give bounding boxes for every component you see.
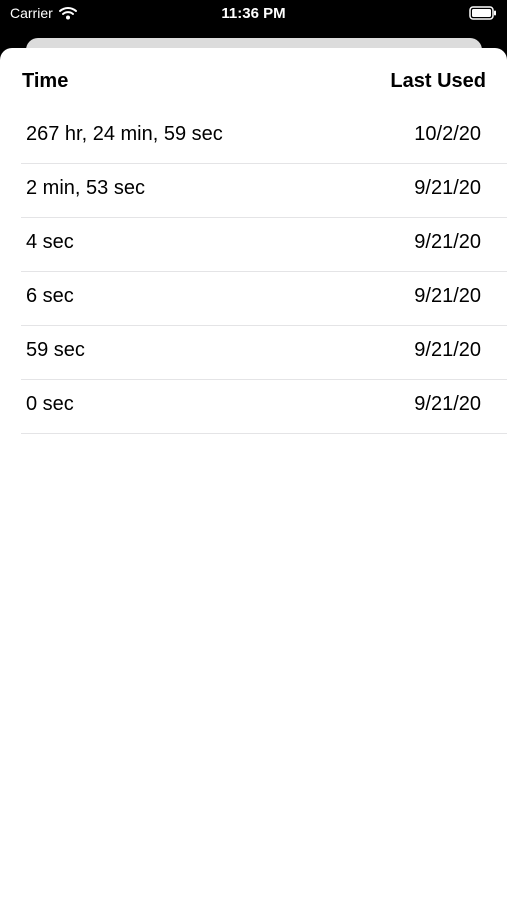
row-date: 9/21/20 — [414, 339, 481, 361]
status-bar: Carrier 11:36 PM — [0, 0, 507, 30]
table-body: 267 hr, 24 min, 59 sec 10/2/20 2 min, 53… — [0, 110, 507, 434]
table-row[interactable]: 267 hr, 24 min, 59 sec 10/2/20 — [21, 110, 507, 164]
table-row[interactable]: 4 sec 9/21/20 — [21, 218, 507, 272]
row-duration: 0 sec — [26, 393, 74, 415]
row-duration: 6 sec — [26, 285, 74, 307]
row-date: 9/21/20 — [414, 393, 481, 415]
table-row[interactable]: 6 sec 9/21/20 — [21, 272, 507, 326]
table-row[interactable]: 2 min, 53 sec 9/21/20 — [21, 164, 507, 218]
table-row[interactable]: 0 sec 9/21/20 — [21, 380, 507, 434]
row-date: 10/2/20 — [414, 123, 481, 145]
row-date: 9/21/20 — [414, 285, 481, 307]
column-header-time: Time — [22, 70, 69, 92]
column-header-last-used: Last Used — [390, 70, 486, 92]
modal-sheet: Time Last Used 267 hr, 24 min, 59 sec 10… — [0, 48, 507, 900]
row-duration: 2 min, 53 sec — [26, 177, 145, 199]
row-duration: 4 sec — [26, 231, 74, 253]
table-header: Time Last Used — [0, 48, 507, 110]
battery-icon — [469, 6, 497, 20]
row-date: 9/21/20 — [414, 177, 481, 199]
table-row[interactable]: 59 sec 9/21/20 — [21, 326, 507, 380]
row-date: 9/21/20 — [414, 231, 481, 253]
row-duration: 59 sec — [26, 339, 85, 361]
row-duration: 267 hr, 24 min, 59 sec — [26, 123, 223, 145]
status-time: 11:36 PM — [221, 5, 286, 22]
